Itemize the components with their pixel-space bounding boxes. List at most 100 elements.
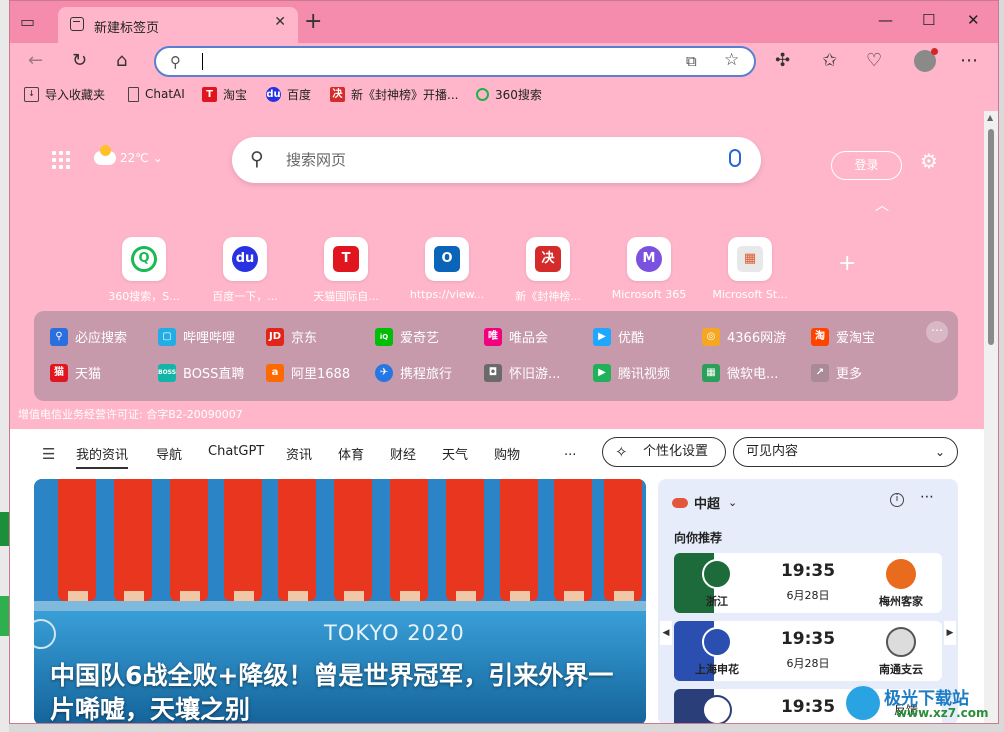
scroll-up-icon[interactable]: ▲ [987,113,993,122]
site-link[interactable]: a 阿里1688 [266,363,350,382]
site-label: 天猫 [75,367,102,382]
tab-chatgpt[interactable]: ChatGPT [208,444,264,459]
chevron-up-icon[interactable]: ︿ [875,195,889,215]
maximize-button[interactable]: ☐ [922,11,935,29]
gear-icon[interactable]: ⚙ [920,149,938,173]
site-link[interactable]: JD 京东 [266,327,317,346]
reading-view-icon[interactable]: ⧉ [686,52,697,70]
site-link[interactable]: iQ 爱奇艺 [375,327,439,346]
browser-essentials-icon[interactable]: ♡ [866,51,882,71]
match-time: 19:35 [780,561,836,581]
tab-actions-icon[interactable]: ▭ [20,13,40,31]
quicklink-microsoft-365[interactable]: M Microsoft 365 [603,237,695,301]
site-link[interactable]: ⚲ 必应搜索 [50,327,127,346]
athlete-figure [390,479,428,601]
site-link[interactable]: 淘爱淘宝 [811,327,875,346]
tab-new-tab[interactable]: 新建标签页 ✕ [58,7,298,43]
site-link[interactable]: ◘ 怀旧游... [484,363,560,382]
site-link[interactable]: ▦ 微软电... [702,363,778,382]
site-link[interactable]: ▢ 哔哩哔哩 [158,327,235,346]
boss-icon: BOSS [158,363,176,382]
site-label: 京东 [291,331,318,346]
weather-widget[interactable]: 22℃ ⌄ [94,145,163,165]
quicklink-fengshen[interactable]: 决 新《封神榜... [502,237,594,304]
apps-launcher-icon[interactable] [52,151,70,169]
scrollbar-thumb[interactable] [988,129,994,345]
tab-shopping[interactable]: 购物 [494,444,520,463]
tab-news[interactable]: 资讯 [286,444,312,463]
tab-title: 新建标签页 [94,21,160,36]
more-options-icon[interactable]: ⋯ [926,321,948,343]
athlete-figure [500,479,538,601]
alibaba-1688-icon: a [266,363,284,382]
profile-avatar[interactable] [914,48,938,72]
watermark-circle-icon [846,686,880,720]
site-link[interactable]: ◎ 4366网游 [702,327,786,346]
match-card[interactable]: 浙江 19:35 6月28日 梅州客家 [674,553,942,613]
new-tab-button[interactable]: + [304,9,322,35]
close-window-button[interactable]: ✕ [967,11,980,29]
more-options-icon[interactable]: ⋯ [920,489,934,505]
microphone-icon[interactable] [729,149,741,167]
favorite-label: 360搜索 [495,87,542,102]
more-tabs-button[interactable]: ... [564,444,576,459]
address-input[interactable] [200,52,660,72]
league-selector[interactable]: 中超 ⌄ [672,493,737,512]
quicklink-360[interactable]: Q 360搜索，S... [98,237,190,304]
site-link[interactable]: BOSS BOSS直聘 [158,363,244,382]
hero-news-card[interactable]: TOKYO 2020 中国队6战全败+降级！曾是世界冠军，引来外界一片唏嘘，天壤… [34,479,646,723]
extensions-icon[interactable]: ✣ [775,51,790,71]
home-icon[interactable]: ⌂ [116,51,127,71]
visible-content-dropdown[interactable]: 可见内容 ⌄ [733,437,958,467]
quicklink-tmall-global[interactable]: T 天猫国际自... [300,237,392,304]
favorite-item-import[interactable]: ↓ 导入收藏夹 [24,85,105,103]
login-button[interactable]: 登录 [831,151,902,180]
site-link[interactable]: 猫天猫 [50,363,101,382]
carousel-next-icon[interactable]: ▶ [944,621,956,645]
tab-sports[interactable]: 体育 [338,444,364,463]
tab-my-news[interactable]: 我的资讯 [76,444,129,469]
carousel-prev-icon[interactable]: ◀ [660,621,672,645]
more-menu-icon[interactable]: ⋯ [960,51,978,71]
favorite-item-fengshen[interactable]: 决 新《封神榜》开播... [330,85,458,103]
site-link[interactable]: ✈ 携程旅行 [375,363,452,382]
match-card[interactable]: 上海申花 19:35 6月28日 南通支云 [674,621,942,681]
tab-finance[interactable]: 财经 [390,444,416,463]
new-tab-page-icon [70,17,84,31]
favorite-item-chatai[interactable]: ChatAI [128,85,185,103]
browser-window: ▭ 新建标签页 ✕ + — ☐ ✕ ← ↻ ⌂ ⚲ ⧉ ☆ ✣ ✩ ♡ ⋯ ↓ … [9,0,999,724]
menu-icon[interactable]: ☰ [42,445,55,463]
site-link[interactable]: ▶ 腾讯视频 [593,363,670,382]
favorite-item-360[interactable]: 360搜索 [476,85,542,103]
minimize-button[interactable]: — [878,11,893,29]
close-tab-icon[interactable]: ✕ [274,14,286,30]
tab-weather[interactable]: 天气 [442,444,468,463]
site-link[interactable]: 唯唯品会 [484,327,548,346]
site-link[interactable]: ▶ 优酷 [593,327,644,346]
address-bar[interactable]: ⚲ ⧉ ☆ [154,46,756,77]
quicklink-baidu[interactable]: du 百度一下，... [199,237,291,304]
team-crest-icon [702,627,732,657]
tencent-video-icon: ▶ [593,363,611,382]
add-quicklink-button[interactable]: + [838,251,856,276]
favorites-icon[interactable]: ✩ [822,51,837,71]
favorite-item-taobao[interactable]: T 淘宝 [202,85,247,103]
back-arrow-icon[interactable]: ← [28,51,43,71]
favorite-star-icon[interactable]: ☆ [724,50,739,70]
tab-navigation[interactable]: 导航 [156,444,182,463]
favorite-item-baidu[interactable]: du 百度 [266,85,311,103]
web-search-box[interactable]: ⚲ [232,137,761,183]
info-icon[interactable]: i [890,493,904,507]
refresh-icon[interactable]: ↻ [72,51,87,71]
microsoft-store-icon: ▦ [702,363,720,382]
match-time: 19:35 [780,697,836,717]
youku-icon: ▶ [593,327,611,346]
quicklink-microsoft-store[interactable]: ▦ Microsoft St... [704,237,796,301]
site-link-more[interactable]: ↗ 更多 [811,363,862,382]
site-label: 阿里1688 [291,367,351,382]
page-scrollbar[interactable]: ▲ [984,111,998,723]
quicklink-outlook[interactable]: O https://view... [401,237,493,301]
home-team: 浙江 [706,595,728,608]
web-search-input[interactable] [286,149,706,171]
personalize-button[interactable]: ✧ 个性化设置 [602,437,726,467]
